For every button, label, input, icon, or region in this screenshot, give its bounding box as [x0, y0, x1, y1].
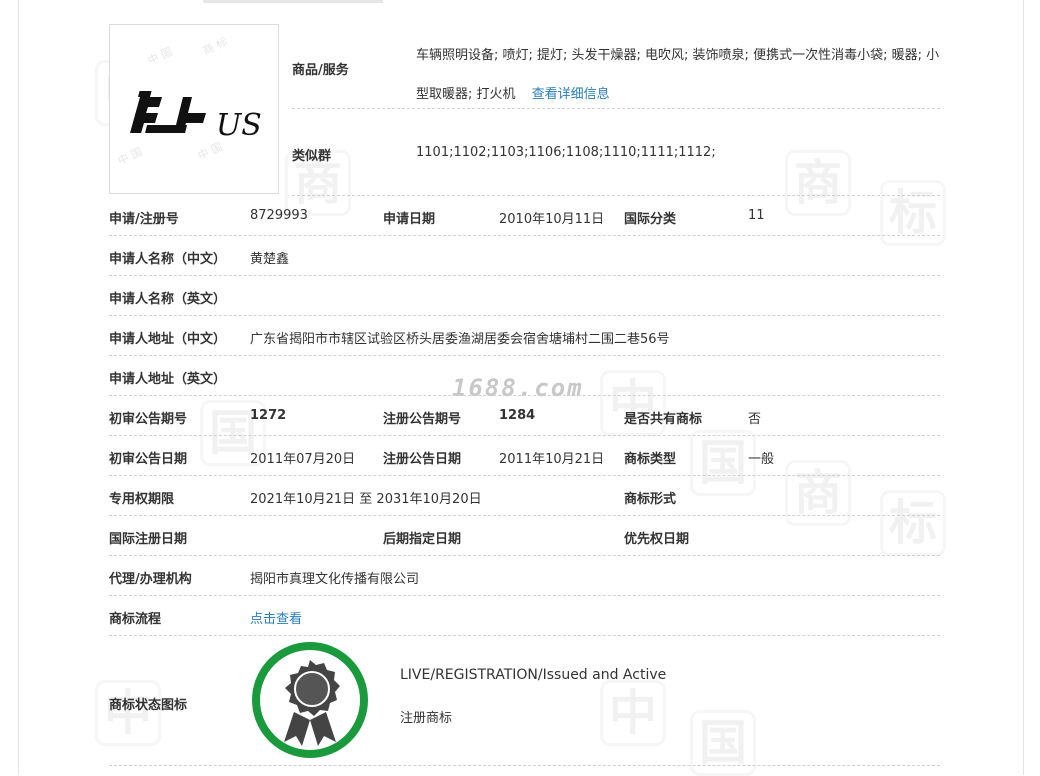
award-ribbon-icon [250, 640, 370, 764]
similar-group-label: 类似群 [292, 149, 332, 164]
goods-list: 车辆照明设备; 喷灯; 提灯; 头发干燥器; 电吹风; 装饰喷泉; 便携式一次性… [416, 36, 941, 114]
top-tab-bar [203, 0, 383, 3]
row-divider [109, 765, 940, 766]
reg-pub-no-value: 1284 [499, 408, 536, 423]
svg-text:商 标: 商 标 [200, 34, 229, 57]
shared-value: 否 [748, 412, 762, 427]
row-divider [109, 275, 940, 276]
tm-type-value: 一般 [748, 452, 775, 467]
status-en-text: LIVE/REGISTRATION/Issued and Active [400, 667, 667, 683]
address-cn-value: 广东省揭阳市市辖区试验区桥头居委渔湖居委会宿舍塘埔村二围二巷56号 [250, 332, 670, 347]
tm-type-label: 商标类型 [624, 452, 677, 467]
reg-no-label: 申请/注册号 [109, 212, 179, 227]
intl-class-value: 11 [748, 208, 765, 223]
row-divider [109, 435, 940, 436]
similar-group-value: 1101;1102;1103;1106;1108;1110;1111;1112; [416, 145, 716, 160]
svg-text:中 国: 中 国 [196, 140, 225, 163]
priority-date-label: 优先权日期 [624, 532, 690, 547]
applicant-cn-label: 申请人名称（中文） [109, 252, 227, 267]
agent-label: 代理/办理机构 [109, 572, 192, 587]
status-cn-text: 注册商标 [400, 711, 453, 726]
svg-text:中 国: 中 国 [116, 145, 145, 168]
row-divider [109, 595, 940, 596]
row-divider [292, 195, 940, 196]
prelim-date-value: 2011年07月20日 [250, 452, 356, 467]
prelim-no-label: 初审公告期号 [109, 412, 188, 427]
apply-date-label: 申请日期 [383, 212, 436, 227]
row-divider [292, 108, 940, 109]
row-divider [109, 355, 940, 356]
status-icon-label: 商标状态图标 [109, 698, 188, 713]
applicant-en-label: 申请人名称（英文） [109, 292, 227, 307]
apply-date-value: 2010年10月11日 [499, 212, 605, 227]
shared-label: 是否共有商标 [624, 412, 703, 427]
row-divider [109, 475, 940, 476]
process-label: 商标流程 [109, 612, 162, 627]
later-date-label: 后期指定日期 [383, 532, 462, 547]
tm-form-label: 商标形式 [624, 492, 677, 507]
reg-pub-no-label: 注册公告期号 [383, 412, 462, 427]
goods-text: 车辆照明设备; 喷灯; 提灯; 头发干燥器; 电吹风; 装饰喷泉; 便携式一次性… [416, 48, 940, 102]
svg-text:中 国: 中 国 [146, 45, 175, 68]
reg-pub-date-value: 2011年10月21日 [499, 452, 605, 467]
row-divider [109, 555, 940, 556]
address-cn-label: 申请人地址（中文） [109, 332, 227, 347]
svg-text:US: US [216, 108, 262, 143]
address-en-label: 申请人地址（英文） [109, 372, 227, 387]
prelim-no-value: 1272 [250, 408, 287, 423]
row-divider [109, 235, 940, 236]
agent-value: 揭阳市真理文化传播有限公司 [250, 572, 420, 587]
process-view-link[interactable]: 点击查看 [250, 608, 302, 627]
row-divider [109, 315, 940, 316]
site-watermark: 1688.com [452, 374, 584, 402]
goods-label: 商品/服务 [292, 63, 349, 78]
intl-class-label: 国际分类 [624, 212, 677, 227]
row-divider [109, 635, 940, 636]
reg-pub-date-label: 注册公告日期 [383, 452, 462, 467]
trademark-image: 中 国 商 标 中 国 中 国 US [109, 24, 279, 194]
goods-detail-link[interactable]: 查看详细信息 [532, 87, 610, 102]
exclusive-value: 2021年10月21日 至 2031年10月20日 [250, 492, 482, 507]
applicant-cn-value: 黄楚鑫 [250, 252, 290, 267]
exclusive-label: 专用权期限 [109, 492, 175, 507]
row-divider [109, 515, 940, 516]
row-divider [109, 395, 940, 396]
reg-no-value: 8729993 [250, 208, 308, 223]
trademark-logo: 中 国 商 标 中 国 中 国 US [116, 34, 262, 168]
intl-reg-date-label: 国际注册日期 [109, 532, 188, 547]
prelim-date-label: 初审公告日期 [109, 452, 188, 467]
